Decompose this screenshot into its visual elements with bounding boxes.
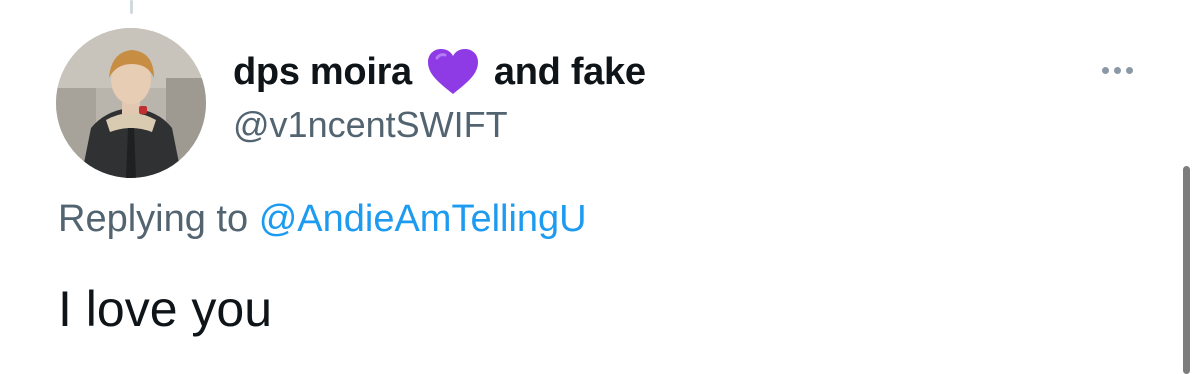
display-name[interactable]: dps moira and fake xyxy=(233,46,646,98)
purple-heart-icon xyxy=(426,48,480,96)
thread-connector-line xyxy=(130,0,133,14)
more-dots-icon xyxy=(1101,66,1109,74)
replying-prefix: Replying to xyxy=(58,198,249,240)
more-dots-icon xyxy=(1125,66,1133,74)
more-dots-icon xyxy=(1113,66,1121,74)
replying-mention-link[interactable]: @AndieAmTellingU xyxy=(259,198,587,240)
replying-to: Replying to @AndieAmTellingU xyxy=(58,198,587,241)
display-name-part1: dps moira xyxy=(233,50,412,93)
more-options-button[interactable] xyxy=(1093,56,1141,84)
avatar[interactable] xyxy=(56,28,206,178)
display-name-part2: and fake xyxy=(493,50,646,93)
user-handle[interactable]: @v1ncentSWIFT xyxy=(233,104,508,146)
tweet-text: I love you xyxy=(58,281,273,337)
avatar-photo xyxy=(56,28,206,178)
scrollbar[interactable] xyxy=(1183,166,1190,374)
